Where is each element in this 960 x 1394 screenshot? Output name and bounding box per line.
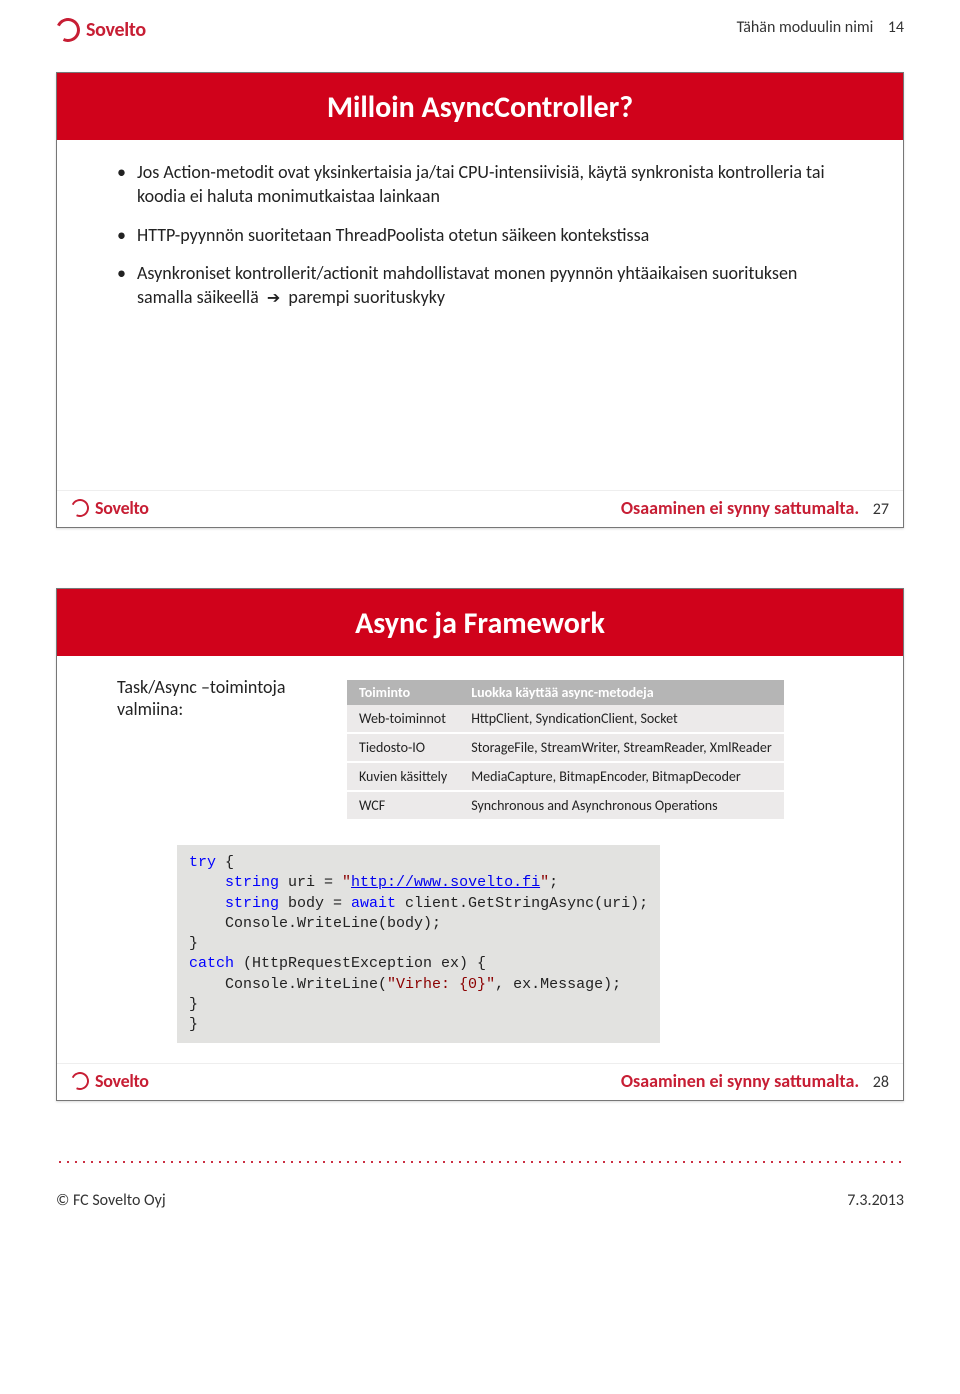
brand-mark-icon	[68, 496, 91, 519]
code-str: "	[540, 874, 549, 891]
brand-name: Sovelto	[95, 1070, 149, 1092]
slide-1-bullet: Jos Action-metodit ovat yksinkertaisia j…	[117, 160, 855, 209]
code-text: {	[216, 854, 234, 871]
slide-2: Async ja Framework Task/Async –toimintoj…	[56, 588, 904, 1101]
slide-2-title: Async ja Framework	[355, 605, 605, 642]
table-cell: MediaCapture, BitmapEncoder, BitmapDecod…	[459, 762, 784, 791]
module-name-pagenum: Tähän moduulin nimi 14	[737, 18, 904, 42]
page-number-header: 14	[888, 18, 904, 37]
code-text: body =	[279, 895, 351, 912]
slide-1-title-bar: Milloin AsyncController?	[57, 79, 903, 140]
code-text: client.GetStringAsync(uri);	[396, 895, 648, 912]
brand-mark-icon	[68, 1070, 91, 1093]
bullet-text-pre: Asynkroniset kontrollerit/actionit mahdo…	[137, 262, 797, 308]
page-header: Sovelto Tähän moduulin nimi 14	[56, 18, 904, 42]
code-sample: try { string uri = "http://www.sovelto.f…	[177, 845, 660, 1043]
brand-logo: Sovelto	[71, 497, 149, 519]
slide-2-bullet: Task/Async –toimintoja valmiina:	[117, 676, 327, 720]
table-cell: Synchronous and Asynchronous Operations	[459, 791, 784, 820]
code-text: (HttpRequestException ex) {	[234, 955, 486, 972]
table-header-row: Toiminto Luokka käyttää async-metodeja	[347, 680, 784, 705]
module-name: Tähän moduulin nimi	[737, 18, 874, 37]
table-cell: Kuvien käsittely	[347, 762, 459, 791]
footer-separator	[56, 1161, 904, 1163]
code-kw: string	[189, 895, 279, 912]
page-footer: © FC Sovelto Oyj 7.3.2013	[56, 1191, 904, 1210]
code-text: Console.WriteLine(body);	[189, 915, 441, 932]
slide-1-footer: Sovelto Osaaminen ei synny sattumalta. 2…	[57, 490, 903, 527]
code-str: "	[342, 874, 351, 891]
slide-2-title-bar: Async ja Framework	[57, 595, 903, 656]
code-text: , ex.Message);	[495, 976, 621, 993]
table-row: Tiedosto-IO StorageFile, StreamWriter, S…	[347, 733, 784, 762]
code-kw: await	[351, 895, 396, 912]
table-header: Luokka käyttää async-metodeja	[459, 680, 784, 705]
tagline: Osaaminen ei synny sattumalta.	[621, 1070, 859, 1092]
table-cell: HttpClient, SyndicationClient, Socket	[459, 705, 784, 733]
code-link[interactable]: http://www.sovelto.fi	[351, 874, 540, 891]
bullet-text-post: parempi suorituskyky	[288, 286, 445, 308]
code-text: uri =	[279, 874, 342, 891]
table-cell: Tiedosto-IO	[347, 733, 459, 762]
table-cell: WCF	[347, 791, 459, 820]
slide-1-bullet: Asynkroniset kontrollerit/actionit mahdo…	[117, 261, 855, 310]
code-text: }	[189, 1016, 198, 1033]
table-row: Web-toiminnot HttpClient, SyndicationCli…	[347, 705, 784, 733]
code-str: "Virhe: {0}"	[387, 976, 495, 993]
table-row: WCF Synchronous and Asynchronous Operati…	[347, 791, 784, 820]
code-text: }	[189, 996, 198, 1013]
tagline: Osaaminen ei synny sattumalta.	[621, 497, 859, 519]
table-header: Toiminto	[347, 680, 459, 705]
slide-1-number: 27	[873, 500, 889, 519]
table-cell: StorageFile, StreamWriter, StreamReader,…	[459, 733, 784, 762]
slide-1-title: Milloin AsyncController?	[327, 89, 633, 126]
arrow-right-icon	[263, 286, 284, 308]
brand-name: Sovelto	[86, 18, 146, 42]
brand-logo: Sovelto	[71, 1070, 149, 1092]
slide-1-bullet: HTTP-pyynnön suoritetaan ThreadPoolista …	[117, 223, 855, 247]
slide-2-number: 28	[873, 1073, 889, 1092]
footer-date: 7.3.2013	[847, 1191, 904, 1210]
slide-2-body: Task/Async –toimintoja valmiina: Toimint…	[57, 656, 903, 1063]
brand-name: Sovelto	[95, 497, 149, 519]
slide-1-body: Jos Action-metodit ovat yksinkertaisia j…	[57, 140, 903, 490]
code-text: }	[189, 935, 198, 952]
code-text: ;	[549, 874, 558, 891]
slide-2-footer: Sovelto Osaaminen ei synny sattumalta. 2…	[57, 1063, 903, 1100]
copyright: © FC Sovelto Oyj	[56, 1191, 166, 1210]
table-row: Kuvien käsittely MediaCapture, BitmapEnc…	[347, 762, 784, 791]
async-methods-table: Toiminto Luokka käyttää async-metodeja W…	[347, 680, 784, 821]
code-kw: string	[189, 874, 279, 891]
code-text: Console.WriteLine(	[189, 976, 387, 993]
table-cell: Web-toiminnot	[347, 705, 459, 733]
code-kw: try	[189, 854, 216, 871]
brand-mark-icon	[53, 15, 84, 46]
slide-1: Milloin AsyncController? Jos Action-meto…	[56, 72, 904, 528]
code-kw: catch	[189, 955, 234, 972]
brand-logo: Sovelto	[56, 18, 146, 42]
